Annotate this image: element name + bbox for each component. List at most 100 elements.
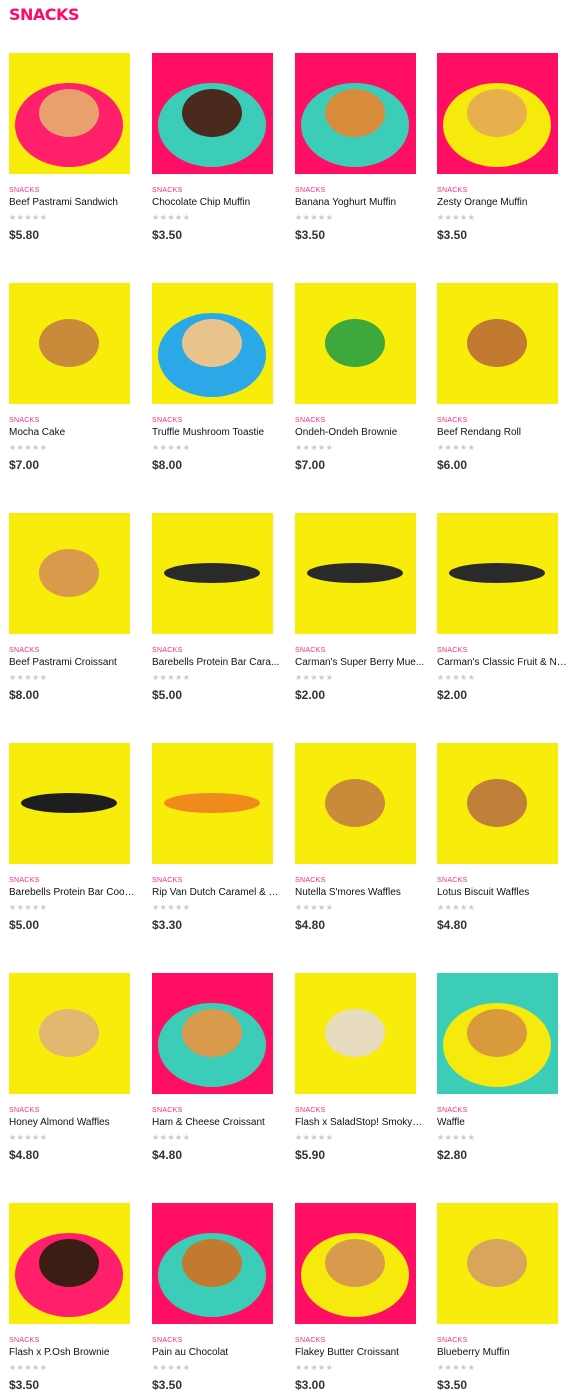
product-image[interactable] xyxy=(295,283,416,404)
product-category[interactable]: SNACKS xyxy=(437,1107,468,1114)
food-shape xyxy=(39,89,99,137)
product-name[interactable]: Beef Pastrami Croissant xyxy=(9,657,139,668)
croissant-image xyxy=(295,1203,416,1324)
product-category[interactable]: SNACKS xyxy=(437,647,468,654)
product-name[interactable]: Flash x P.Osh Brownie xyxy=(9,1347,139,1358)
product-image[interactable] xyxy=(295,53,416,174)
product-category[interactable]: SNACKS xyxy=(152,877,183,884)
product-category[interactable]: SNACKS xyxy=(152,647,183,654)
product-image[interactable] xyxy=(9,1203,130,1324)
product-category[interactable]: SNACKS xyxy=(152,1337,183,1344)
product-price: $3.50 xyxy=(437,228,468,242)
waffle-image xyxy=(437,973,558,1094)
product-image[interactable] xyxy=(437,53,558,174)
product-image[interactable] xyxy=(152,513,273,634)
product-category[interactable]: SNACKS xyxy=(437,417,468,424)
product-price: $3.50 xyxy=(9,1378,40,1392)
product-name[interactable]: Blueberry Muffin xyxy=(437,1347,567,1358)
product-category[interactable]: SNACKS xyxy=(9,187,40,194)
product-price: $2.00 xyxy=(437,688,468,702)
product-name[interactable]: Beef Rendang Roll xyxy=(437,427,567,438)
product-image[interactable] xyxy=(152,973,273,1094)
product-image[interactable] xyxy=(295,743,416,864)
product-image[interactable] xyxy=(9,743,130,864)
product-image[interactable] xyxy=(437,513,558,634)
rating-stars-icon: ★★★★★ xyxy=(295,1363,334,1372)
product-image[interactable] xyxy=(437,973,558,1094)
protein-bar-image xyxy=(152,513,273,634)
product-name[interactable]: Ham & Cheese Croissant xyxy=(152,1117,282,1128)
food-shape xyxy=(467,1239,527,1287)
protein-bar-image xyxy=(9,743,130,864)
product-image[interactable] xyxy=(152,283,273,404)
product-name[interactable]: Flash x SaladStop! Smoky R... xyxy=(295,1117,425,1128)
rating-stars-icon: ★★★★★ xyxy=(295,443,334,452)
product-image[interactable] xyxy=(437,283,558,404)
product-name[interactable]: Honey Almond Waffles xyxy=(9,1117,139,1128)
product-category[interactable]: SNACKS xyxy=(152,187,183,194)
product-category[interactable]: SNACKS xyxy=(295,1337,326,1344)
food-shape xyxy=(182,1009,242,1057)
product-price: $5.80 xyxy=(9,228,40,242)
product-category[interactable]: SNACKS xyxy=(9,647,40,654)
product-category[interactable]: SNACKS xyxy=(9,1337,40,1344)
rating-stars-icon: ★★★★★ xyxy=(437,1363,476,1372)
product-name[interactable]: Flakey Butter Croissant xyxy=(295,1347,425,1358)
product-price: $3.50 xyxy=(295,228,326,242)
product-category[interactable]: SNACKS xyxy=(152,417,183,424)
rating-stars-icon: ★★★★★ xyxy=(152,1133,191,1142)
product-category[interactable]: SNACKS xyxy=(295,187,326,194)
product-category[interactable]: SNACKS xyxy=(437,187,468,194)
product-name[interactable]: Carman's Super Berry Mue... xyxy=(295,657,425,668)
product-name[interactable]: Banana Yoghurt Muffin xyxy=(295,197,425,208)
product-name[interactable]: Chocolate Chip Muffin xyxy=(152,197,282,208)
food-shape xyxy=(307,563,403,583)
product-name[interactable]: Nutella S'mores Waffles xyxy=(295,887,425,898)
rating-stars-icon: ★★★★★ xyxy=(295,903,334,912)
food-shape xyxy=(164,793,260,813)
product-category[interactable]: SNACKS xyxy=(295,647,326,654)
product-image[interactable] xyxy=(9,513,130,634)
product-image[interactable] xyxy=(9,973,130,1094)
rating-stars-icon: ★★★★★ xyxy=(437,673,476,682)
product-category[interactable]: SNACKS xyxy=(295,1107,326,1114)
sandwich-image xyxy=(9,53,130,174)
rating-stars-icon: ★★★★★ xyxy=(9,1133,48,1142)
product-name[interactable]: Waffle xyxy=(437,1117,567,1128)
product-name[interactable]: Pain au Chocolat xyxy=(152,1347,282,1358)
product-image[interactable] xyxy=(152,53,273,174)
product-category[interactable]: SNACKS xyxy=(9,1107,40,1114)
product-name[interactable]: Barebells Protein Bar Cooki... xyxy=(9,887,139,898)
product-category[interactable]: SNACKS xyxy=(437,1337,468,1344)
product-name[interactable]: Zesty Orange Muffin xyxy=(437,197,567,208)
product-category[interactable]: SNACKS xyxy=(295,417,326,424)
product-image[interactable] xyxy=(152,1203,273,1324)
product-name[interactable]: Rip Van Dutch Caramel & V... xyxy=(152,887,282,898)
product-name[interactable]: Lotus Biscuit Waffles xyxy=(437,887,567,898)
product-image[interactable] xyxy=(9,53,130,174)
product-image[interactable] xyxy=(152,743,273,864)
product-name[interactable]: Truffle Mushroom Toastie xyxy=(152,427,282,438)
product-image[interactable] xyxy=(437,743,558,864)
product-image[interactable] xyxy=(295,973,416,1094)
rating-stars-icon: ★★★★★ xyxy=(9,213,48,222)
product-name[interactable]: Ondeh-Ondeh Brownie xyxy=(295,427,425,438)
product-category[interactable]: SNACKS xyxy=(295,877,326,884)
rating-stars-icon: ★★★★★ xyxy=(9,903,48,912)
product-price: $8.00 xyxy=(9,688,40,702)
product-name[interactable]: Beef Pastrami Sandwich xyxy=(9,197,139,208)
product-name[interactable]: Barebells Protein Bar Cara... xyxy=(152,657,282,668)
product-image[interactable] xyxy=(295,513,416,634)
product-name[interactable]: Carman's Classic Fruit & Nu... xyxy=(437,657,567,668)
product-category[interactable]: SNACKS xyxy=(152,1107,183,1114)
rating-stars-icon: ★★★★★ xyxy=(437,213,476,222)
rating-stars-icon: ★★★★★ xyxy=(152,673,191,682)
product-image[interactable] xyxy=(295,1203,416,1324)
product-category[interactable]: SNACKS xyxy=(437,877,468,884)
product-name[interactable]: Mocha Cake xyxy=(9,427,139,438)
product-category[interactable]: SNACKS xyxy=(9,417,40,424)
product-image[interactable] xyxy=(437,1203,558,1324)
food-shape xyxy=(21,793,117,813)
product-image[interactable] xyxy=(9,283,130,404)
product-category[interactable]: SNACKS xyxy=(9,877,40,884)
